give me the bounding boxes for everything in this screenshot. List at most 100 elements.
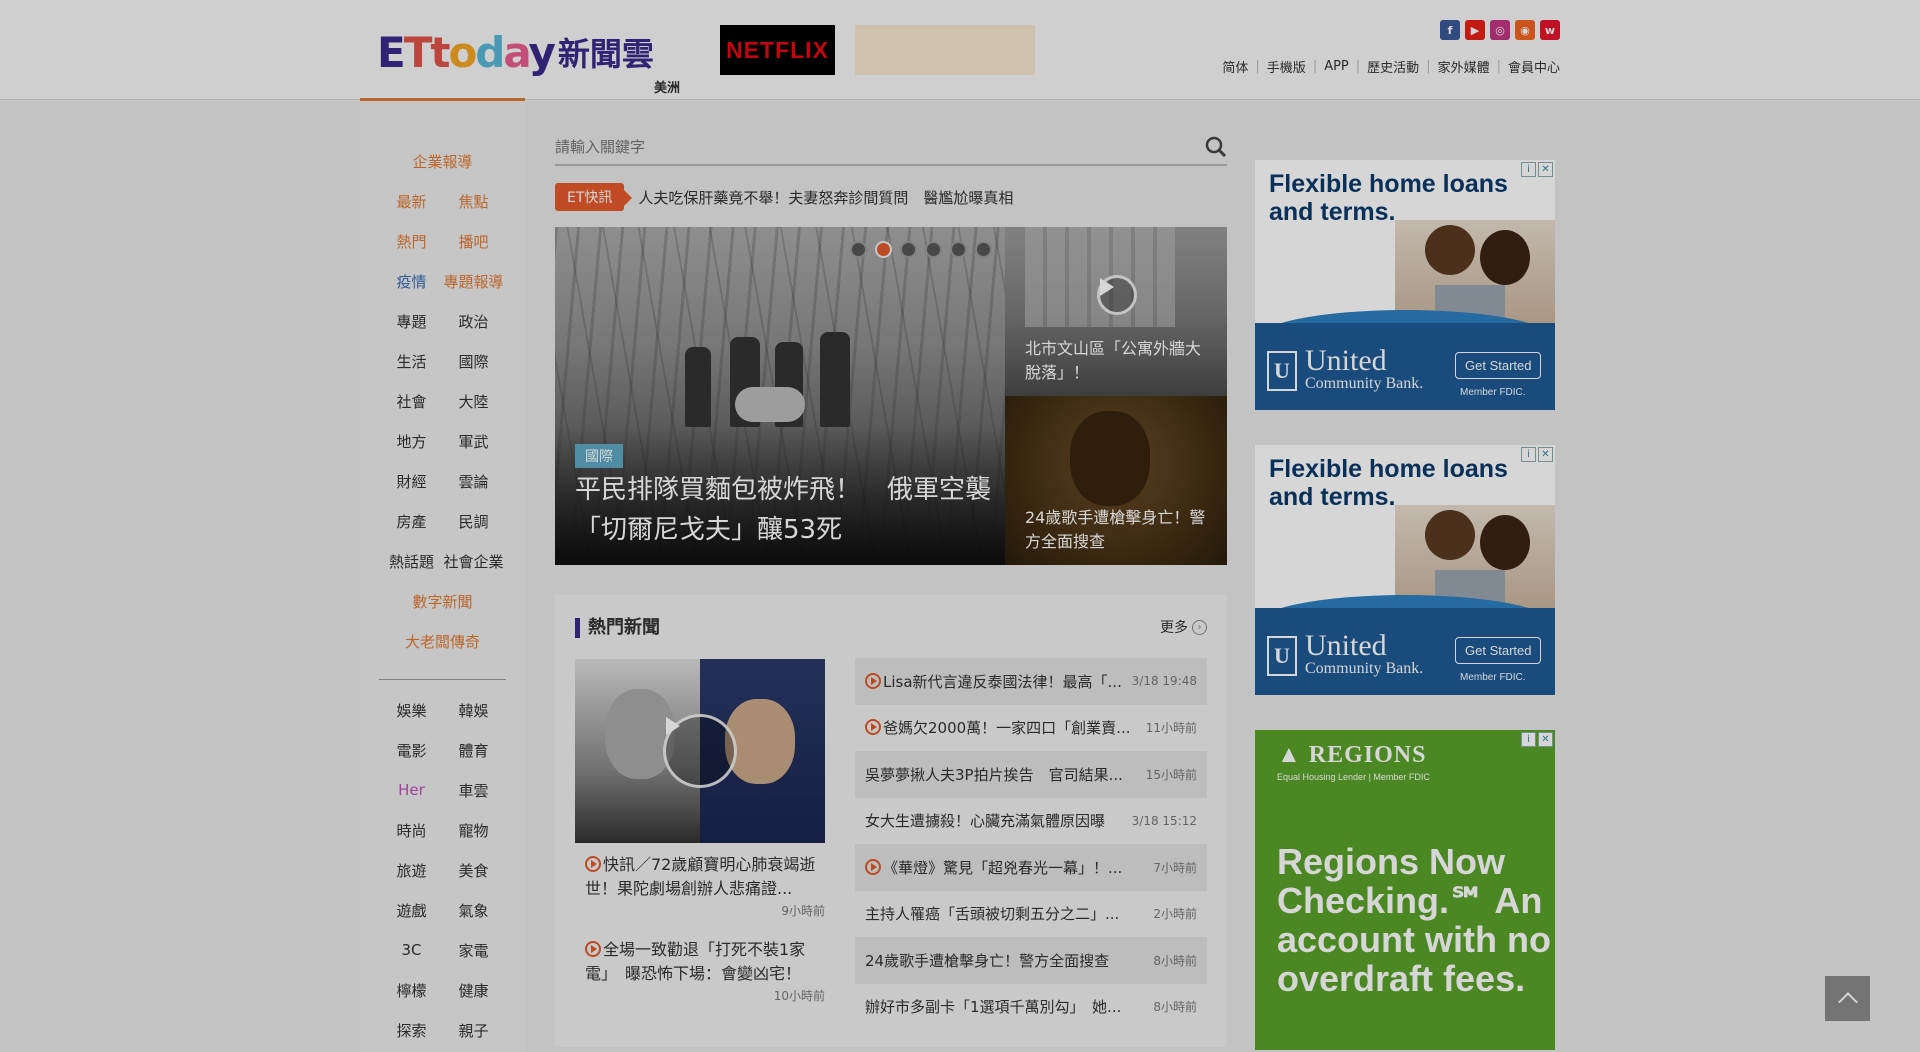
close-icon[interactable]: ✕: [1538, 162, 1553, 177]
slide-dot[interactable]: [900, 241, 917, 258]
nav-finance[interactable]: 財經: [381, 471, 443, 492]
weibo-icon[interactable]: w: [1540, 20, 1560, 40]
list-item[interactable]: 爸媽欠2000萬！一家四口「創業賣... 11小時前: [855, 705, 1207, 752]
more-link[interactable]: 更多 ›: [1160, 617, 1207, 637]
nav-hot-topics[interactable]: 熱話題: [381, 551, 443, 572]
nav-hot[interactable]: 熱門: [381, 231, 443, 252]
nav-topics[interactable]: 專題: [381, 311, 443, 332]
slide-dot-active[interactable]: [875, 241, 892, 258]
nav-entertainment[interactable]: 娛樂: [381, 700, 443, 721]
list-item[interactable]: 《華燈》驚見「超兇春光一幕」！... 7小時前: [855, 844, 1207, 891]
close-icon[interactable]: ✕: [1538, 732, 1553, 747]
nav-appliances[interactable]: 家電: [443, 940, 505, 961]
nav-games[interactable]: 遊戲: [381, 900, 443, 921]
nav-3c[interactable]: 3C: [381, 941, 443, 959]
nav-video[interactable]: 播吧: [443, 231, 505, 252]
nav-life[interactable]: 生活: [381, 351, 443, 372]
nav-sports[interactable]: 體育: [443, 740, 505, 761]
nav-travel[interactable]: 旅遊: [381, 860, 443, 881]
instagram-icon[interactable]: ◎: [1490, 20, 1510, 40]
close-icon[interactable]: ✕: [1538, 447, 1553, 462]
hot-featured-item[interactable]: 全場一致勸退「打死不裝1家電」 曝恐怖下場：會變凶宅！ 10小時前: [585, 938, 825, 1006]
hot-featured-image[interactable]: [575, 659, 825, 843]
hot-featured-item[interactable]: 快訊／72歲顧寶明心肺衰竭逝世！果陀劇場創辦人悲痛證... 9小時前: [585, 853, 825, 921]
link-mobile[interactable]: 手機版: [1267, 57, 1306, 76]
side-story-2[interactable]: 24歲歌手遭槍擊身亡！警方全面搜查: [1005, 396, 1227, 565]
hero-category-badge[interactable]: 國際: [575, 444, 623, 468]
nav-fashion[interactable]: 時尚: [381, 820, 443, 841]
region-label[interactable]: 美洲: [654, 77, 680, 96]
nav-movies[interactable]: 電影: [381, 740, 443, 761]
netflix-ad[interactable]: NETFLIX: [720, 25, 835, 75]
site-logo[interactable]: ETtoday 新聞雲: [377, 24, 654, 76]
united-bank-ad-2[interactable]: Flexible home loans and terms. U United Com…: [1255, 445, 1555, 695]
nav-international[interactable]: 國際: [443, 351, 505, 372]
nav-lemon[interactable]: 檸檬: [381, 980, 443, 1001]
nav-corporate-report[interactable]: 企業報導: [412, 151, 472, 172]
ad-info-icon[interactable]: i: [1521, 162, 1536, 177]
nav-parenting[interactable]: 親子: [443, 1020, 505, 1041]
nav-military[interactable]: 軍武: [443, 431, 505, 452]
slide-dot[interactable]: [975, 241, 992, 258]
link-outdoor-media[interactable]: 家外媒體: [1438, 57, 1490, 76]
nav-latest[interactable]: 最新: [381, 191, 443, 212]
search-bar: [555, 130, 1227, 166]
top-links: 简体 | 手機版 | APP | 歷史活動 | 家外媒體 | 會員中心: [1222, 57, 1560, 76]
youtube-icon[interactable]: ▶: [1465, 20, 1485, 40]
list-item[interactable]: 吳夢夢揪人夫3P拍片挨告 官司結果... 15小時前: [855, 751, 1207, 798]
nav-boss-legend[interactable]: 大老闆傳奇: [405, 631, 480, 652]
slide-dot[interactable]: [850, 241, 867, 258]
nav-epidemic[interactable]: 疫情: [381, 271, 443, 292]
get-started-button[interactable]: Get Started: [1455, 352, 1542, 379]
nav-cars[interactable]: 車雲: [443, 780, 505, 801]
nav-politics[interactable]: 政治: [443, 311, 505, 332]
list-item[interactable]: 辦好市多副卡「1選項千萬別勾」 她... 8小時前: [855, 984, 1207, 1031]
link-history-events[interactable]: 歷史活動: [1367, 57, 1419, 76]
hero-title[interactable]: 平民排隊買麵包被炸飛！ 俄軍空襲「切爾尼戈夫」釀53死: [575, 470, 995, 550]
ad-info-icon[interactable]: i: [1521, 732, 1536, 747]
nav-polls[interactable]: 民調: [443, 511, 505, 532]
nav-opinion[interactable]: 雲論: [443, 471, 505, 492]
nav-pets[interactable]: 寵物: [443, 820, 505, 841]
top-banner-ad[interactable]: [855, 25, 1035, 75]
play-icon[interactable]: [663, 714, 737, 788]
link-simplified[interactable]: 简体: [1222, 57, 1248, 76]
nav-mainland[interactable]: 大陸: [443, 391, 505, 412]
list-item[interactable]: 女大生遭擄殺！心臟充滿氣體原因曝 3/18 15:12: [855, 798, 1207, 845]
link-member-center[interactable]: 會員中心: [1508, 57, 1560, 76]
nav-society[interactable]: 社會: [381, 391, 443, 412]
nav-local[interactable]: 地方: [381, 431, 443, 452]
ad-info-icon[interactable]: i: [1521, 447, 1536, 462]
regions-bank-ad[interactable]: ▲ REGIONS Equal Housing Lender | Member …: [1255, 730, 1555, 1050]
list-item[interactable]: 24歲歌手遭槍擊身亡！警方全面搜查 8小時前: [855, 937, 1207, 984]
nav-special-report[interactable]: 專題報導: [443, 271, 505, 292]
scroll-to-top-button[interactable]: [1825, 976, 1870, 1021]
slide-dot[interactable]: [925, 241, 942, 258]
link-app[interactable]: APP: [1324, 59, 1349, 74]
flash-headline[interactable]: 人夫吃保肝藥竟不舉！夫妻怒奔診間質問 醫尷尬曝真相: [638, 187, 1013, 208]
nav-social-enterprise[interactable]: 社會企業: [443, 551, 505, 572]
list-item[interactable]: 主持人罹癌「舌頭被切剩五分之二」... 2小時前: [855, 891, 1207, 938]
play-icon[interactable]: [1097, 275, 1137, 315]
list-item[interactable]: Lisa新代言違反泰國法律！最高「... 3/18 19:48: [855, 658, 1207, 705]
get-started-button[interactable]: Get Started: [1455, 637, 1542, 664]
nav-health[interactable]: 健康: [443, 980, 505, 1001]
slide-dot[interactable]: [950, 241, 967, 258]
nav-her[interactable]: Her: [381, 781, 443, 799]
facebook-icon[interactable]: f: [1440, 20, 1460, 40]
side-story-1[interactable]: 北市文山區「公寓外牆大脫落」！: [1005, 227, 1227, 396]
nav-korean-ent[interactable]: 韓娛: [443, 700, 505, 721]
nav-data-news[interactable]: 數字新聞: [412, 591, 472, 612]
hero-slide[interactable]: 國際 平民排隊買麵包被炸飛！ 俄軍空襲「切爾尼戈夫」釀53死: [555, 227, 1005, 565]
nav-food[interactable]: 美食: [443, 860, 505, 881]
nav-property[interactable]: 房產: [381, 511, 443, 532]
united-bank-ad-1[interactable]: Flexible home loans and terms. U United Com…: [1255, 160, 1555, 410]
rss-icon[interactable]: ◉: [1515, 20, 1535, 40]
side-story-title[interactable]: 24歲歌手遭槍擊身亡！警方全面搜查: [1025, 506, 1215, 554]
side-story-title[interactable]: 北市文山區「公寓外牆大脫落」！: [1025, 337, 1215, 385]
nav-explore[interactable]: 探索: [381, 1020, 443, 1041]
nav-weather[interactable]: 氣象: [443, 900, 505, 921]
nav-focus[interactable]: 焦點: [443, 191, 505, 212]
search-input[interactable]: [555, 130, 1155, 164]
search-icon[interactable]: [1205, 136, 1227, 158]
